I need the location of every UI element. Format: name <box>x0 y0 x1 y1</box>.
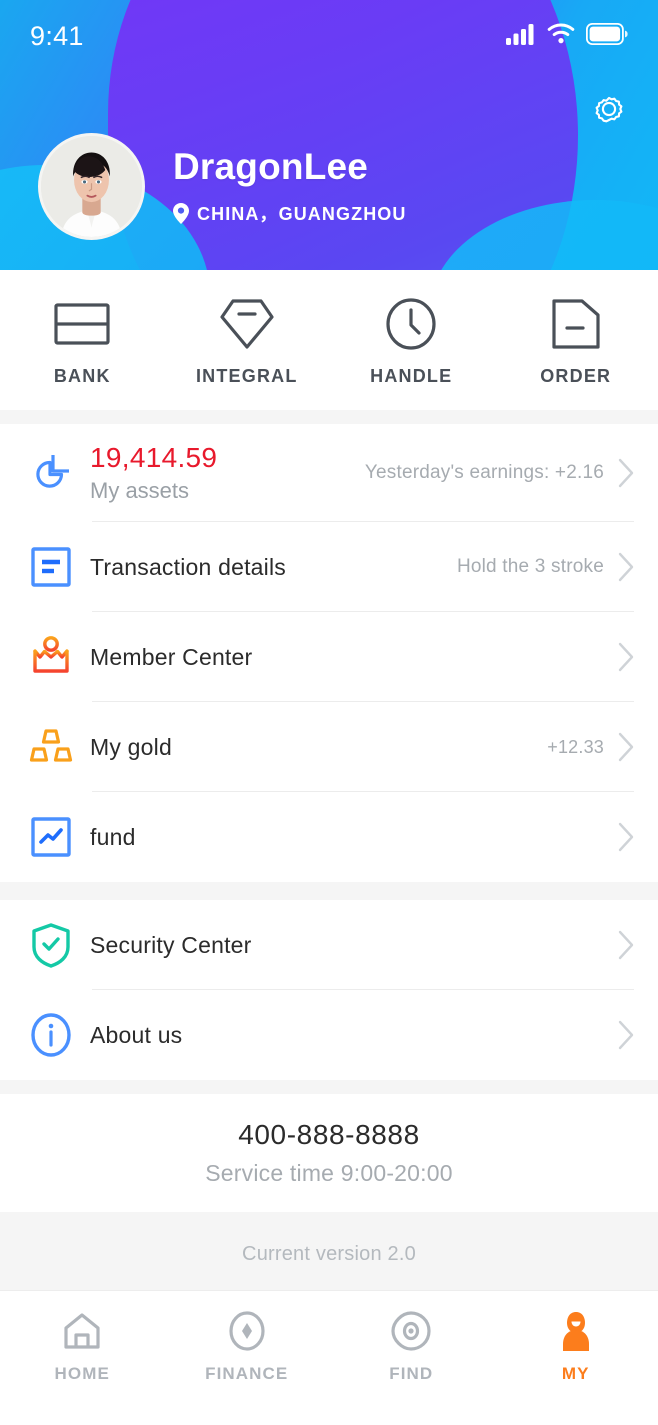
quick-action-label: BANK <box>53 365 111 386</box>
tab-label: MY <box>561 1364 590 1383</box>
menu-group-secondary: Security Center About us <box>0 900 658 1080</box>
row-right <box>604 1020 634 1050</box>
version-text: Current version 2.0 <box>242 1243 416 1265</box>
row-label: Security Center <box>90 931 252 958</box>
row-text: Transaction details <box>82 554 457 581</box>
chevron-right-icon <box>618 930 634 960</box>
assets-text: 19,414.59 My assets <box>82 442 365 503</box>
tab-label: HOME <box>54 1364 110 1383</box>
user-icon <box>556 1309 596 1353</box>
section-gap <box>0 882 658 900</box>
service-hours: Service time 9:00-20:00 <box>205 1160 453 1186</box>
assets-right: Yesterday's earnings: +2.16 <box>365 458 634 488</box>
section-gap <box>0 410 658 424</box>
chevron-right-icon <box>618 1020 634 1050</box>
app-screen: 9:41 DragonLee CHINA，GUANGZHOU BANK INTE… <box>0 0 658 1425</box>
row-meta: Hold the 3 stroke <box>456 556 604 577</box>
version-block: Current version 2.0 <box>0 1212 658 1297</box>
quick-action-label: INTEGRAL <box>195 365 298 386</box>
trend-chart-icon <box>20 816 82 858</box>
find-eye-icon <box>390 1309 432 1353</box>
location: CHINA，GUANGZHOU <box>173 200 407 226</box>
avatar[interactable] <box>38 133 145 240</box>
row-fund[interactable]: fund <box>0 792 658 882</box>
profile-header: 9:41 DragonLee CHINA，GUANGZHOU <box>0 0 658 270</box>
chevron-right-icon <box>618 642 634 672</box>
row-member-center[interactable]: Member Center <box>0 612 658 702</box>
bank-card-icon <box>54 298 110 350</box>
quick-action-label: ORDER <box>540 365 612 386</box>
quick-actions-bar: BANK INTEGRAL HANDLE ORDER <box>0 270 658 410</box>
row-text: Security Center <box>82 932 604 959</box>
profile-text: DragonLee CHINA，GUANGZHOU <box>173 145 407 227</box>
quick-action-bank[interactable]: BANK <box>0 298 165 387</box>
row-right <box>604 822 634 852</box>
gear-icon <box>589 89 629 134</box>
bottom-tab-bar: HOME FINANCE FIND MY <box>0 1290 658 1425</box>
battery-icon <box>585 22 628 50</box>
diamond-icon <box>219 298 275 350</box>
row-text: My gold <box>82 734 547 761</box>
assets-meta: Yesterday's earnings: +2.16 <box>364 462 604 483</box>
quick-action-handle[interactable]: HANDLE <box>329 297 494 387</box>
tab-my[interactable]: MY <box>494 1309 658 1384</box>
row-label: About us <box>90 1021 183 1048</box>
chevron-right-icon <box>618 552 634 582</box>
crown-icon <box>20 635 82 679</box>
row-right: Hold the 3 stroke <box>457 552 634 582</box>
chevron-right-icon <box>618 458 634 488</box>
tab-find[interactable]: FIND <box>329 1309 494 1384</box>
row-text: About us <box>82 1022 604 1049</box>
row-meta: +12.33 <box>547 736 604 757</box>
tab-label: FIND <box>389 1364 434 1383</box>
service-phone-number[interactable]: 400-888-8888 <box>238 1119 420 1151</box>
signal-icon <box>506 23 536 50</box>
status-bar-icons <box>506 22 628 50</box>
wifi-icon <box>547 23 575 49</box>
map-pin-icon <box>173 202 189 224</box>
menu-group-primary: 19,414.59 My assets Yesterday's earnings… <box>0 424 658 882</box>
home-icon <box>62 1309 102 1353</box>
settings-button[interactable] <box>586 88 632 134</box>
quick-action-order[interactable]: ORDER <box>494 298 658 387</box>
info-circle-icon <box>20 1012 82 1058</box>
assets-amount: 19,414.59 <box>90 442 218 474</box>
row-right <box>604 930 634 960</box>
tab-finance[interactable]: FINANCE <box>165 1309 330 1384</box>
document-icon <box>551 298 601 350</box>
row-text: fund <box>82 824 604 851</box>
chevron-right-icon <box>618 732 634 762</box>
gold-bars-icon <box>20 725 82 769</box>
row-about-us[interactable]: About us <box>0 990 658 1080</box>
finance-diamond-icon <box>227 1309 267 1353</box>
profile-block[interactable]: DragonLee CHINA，GUANGZHOU <box>38 133 407 240</box>
row-label: Transaction details <box>90 553 286 580</box>
service-contact-block: 400-888-8888 Service time 9:00-20:00 <box>0 1094 658 1212</box>
row-security-center[interactable]: Security Center <box>0 900 658 990</box>
quick-action-label: HANDLE <box>370 365 453 386</box>
assets-label: My assets <box>90 477 190 503</box>
section-gap <box>0 1080 658 1094</box>
row-label: My gold <box>90 733 172 760</box>
quick-action-integral[interactable]: INTEGRAL <box>165 298 330 387</box>
row-text: Member Center <box>82 644 604 671</box>
clock-icon <box>385 297 437 350</box>
status-bar: 9:41 <box>0 0 658 72</box>
username: DragonLee <box>173 145 369 187</box>
shield-check-icon <box>20 922 82 968</box>
tab-label: FINANCE <box>205 1364 289 1383</box>
status-bar-clock: 9:41 <box>30 20 84 51</box>
tab-home[interactable]: HOME <box>0 1309 165 1384</box>
location-text: CHINA，GUANGZHOU <box>197 204 407 225</box>
row-right <box>604 642 634 672</box>
row-right: +12.33 <box>547 732 634 762</box>
row-label: Member Center <box>90 643 253 670</box>
row-my-gold[interactable]: My gold +12.33 <box>0 702 658 792</box>
row-my-assets[interactable]: 19,414.59 My assets Yesterday's earnings… <box>0 424 658 522</box>
row-label: fund <box>90 823 136 850</box>
transaction-list-icon <box>20 546 82 588</box>
row-transaction-details[interactable]: Transaction details Hold the 3 stroke <box>0 522 658 612</box>
pie-chart-icon <box>20 451 82 495</box>
chevron-right-icon <box>618 822 634 852</box>
